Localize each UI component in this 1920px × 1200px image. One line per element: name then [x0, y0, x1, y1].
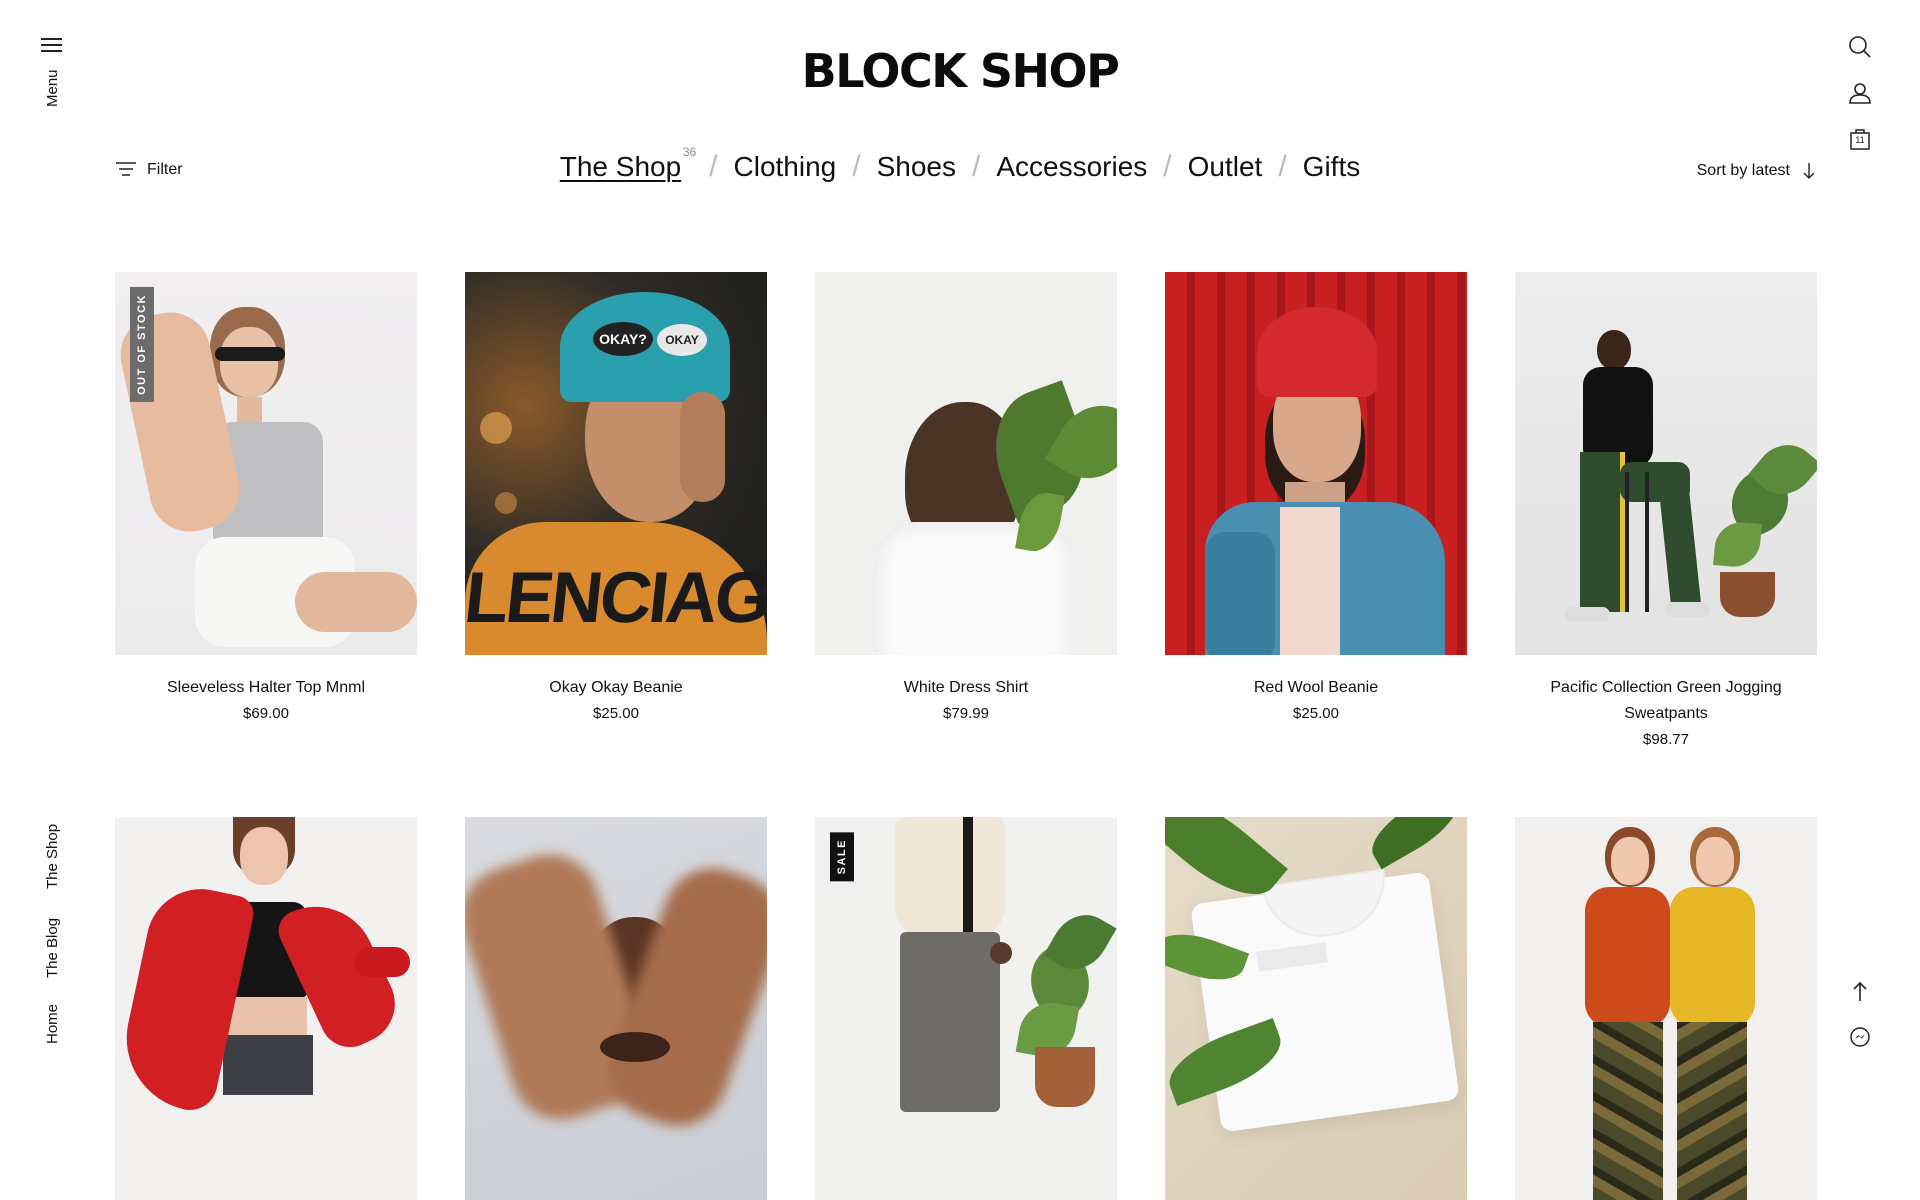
arrow-down-icon	[1803, 163, 1815, 179]
category-accessories[interactable]: Accessories	[996, 151, 1147, 183]
product-card[interactable]: OUT OF STOCK Sleeveless Halter Top Mnml …	[115, 272, 417, 727]
out-of-stock-badge: OUT OF STOCK	[130, 287, 154, 402]
product-card[interactable]	[1165, 817, 1467, 1200]
product-price: $69.00	[243, 705, 289, 722]
separator: /	[709, 150, 718, 183]
product-image[interactable]	[1165, 817, 1467, 1200]
product-name[interactable]: White Dress Shirt	[815, 675, 1117, 701]
category-count: 36	[682, 145, 697, 159]
side-nav-the-shop[interactable]: The Shop	[44, 824, 61, 889]
sale-badge: SALE	[830, 832, 854, 882]
product-image[interactable]	[115, 817, 417, 1200]
product-price: $79.99	[943, 705, 989, 722]
product-name[interactable]: Red Wool Beanie	[1165, 675, 1467, 701]
separator: /	[852, 150, 861, 183]
messenger-icon[interactable]	[1847, 1024, 1873, 1050]
product-image[interactable]	[815, 272, 1117, 655]
category-the-shop[interactable]: The Shop 36	[559, 145, 696, 183]
product-card[interactable]: White Dress Shirt $79.99	[815, 272, 1117, 727]
category-nav: The Shop 36 / Clothing / Shoes / Accesso…	[0, 145, 1920, 184]
sort-label: Sort by latest	[1696, 162, 1790, 179]
product-name[interactable]: Pacific Collection Green Jogging Sweatpa…	[1515, 675, 1817, 727]
category-clothing[interactable]: Clothing	[734, 151, 837, 183]
product-image[interactable]	[465, 817, 767, 1200]
product-image[interactable]: SALE	[815, 817, 1117, 1200]
product-card[interactable]: Pacific Collection Green Jogging Sweatpa…	[1515, 272, 1817, 753]
product-image[interactable]: LENCIAGA OKAY? OKAY	[465, 272, 767, 655]
separator: /	[1163, 150, 1172, 183]
product-card[interactable]: LENCIAGA OKAY? OKAY Okay Okay Beanie $25…	[465, 272, 767, 727]
category-label: The Shop	[559, 151, 682, 182]
product-image[interactable]	[1515, 272, 1817, 655]
product-card[interactable]	[465, 817, 767, 1200]
beanie-patch-okay-2: OKAY	[657, 324, 707, 356]
product-name[interactable]: Okay Okay Beanie	[465, 675, 767, 701]
separator: /	[1278, 150, 1287, 183]
cart-count: 11	[1855, 135, 1865, 145]
product-name[interactable]: Sleeveless Halter Top Mnml	[115, 675, 417, 701]
product-card[interactable]: SALE	[815, 817, 1117, 1200]
product-price: $98.77	[1643, 731, 1689, 748]
product-price: $25.00	[1293, 705, 1339, 722]
product-card[interactable]	[1515, 817, 1817, 1200]
site-logo[interactable]: BLOCK SHOP	[0, 44, 1920, 98]
product-image[interactable]: OUT OF STOCK	[115, 272, 417, 655]
sweater-print-text: LENCIAGA	[465, 558, 767, 638]
side-nav-the-blog[interactable]: The Blog	[44, 918, 61, 978]
side-nav-home[interactable]: Home	[44, 1004, 61, 1044]
separator: /	[972, 150, 981, 183]
beanie-patch-okay: OKAY?	[593, 322, 653, 356]
product-image[interactable]	[1165, 272, 1467, 655]
product-price: $25.00	[593, 705, 639, 722]
product-card[interactable]	[115, 817, 417, 1200]
category-shoes[interactable]: Shoes	[877, 151, 956, 183]
category-outlet[interactable]: Outlet	[1188, 151, 1263, 183]
product-image[interactable]	[1515, 817, 1817, 1200]
cart-icon[interactable]: 11	[1847, 126, 1873, 152]
sort-button[interactable]: Sort by latest	[1697, 162, 1816, 180]
category-gifts[interactable]: Gifts	[1303, 151, 1361, 183]
product-card[interactable]: Red Wool Beanie $25.00	[1165, 272, 1467, 727]
arrow-up-icon[interactable]	[1847, 979, 1873, 1005]
